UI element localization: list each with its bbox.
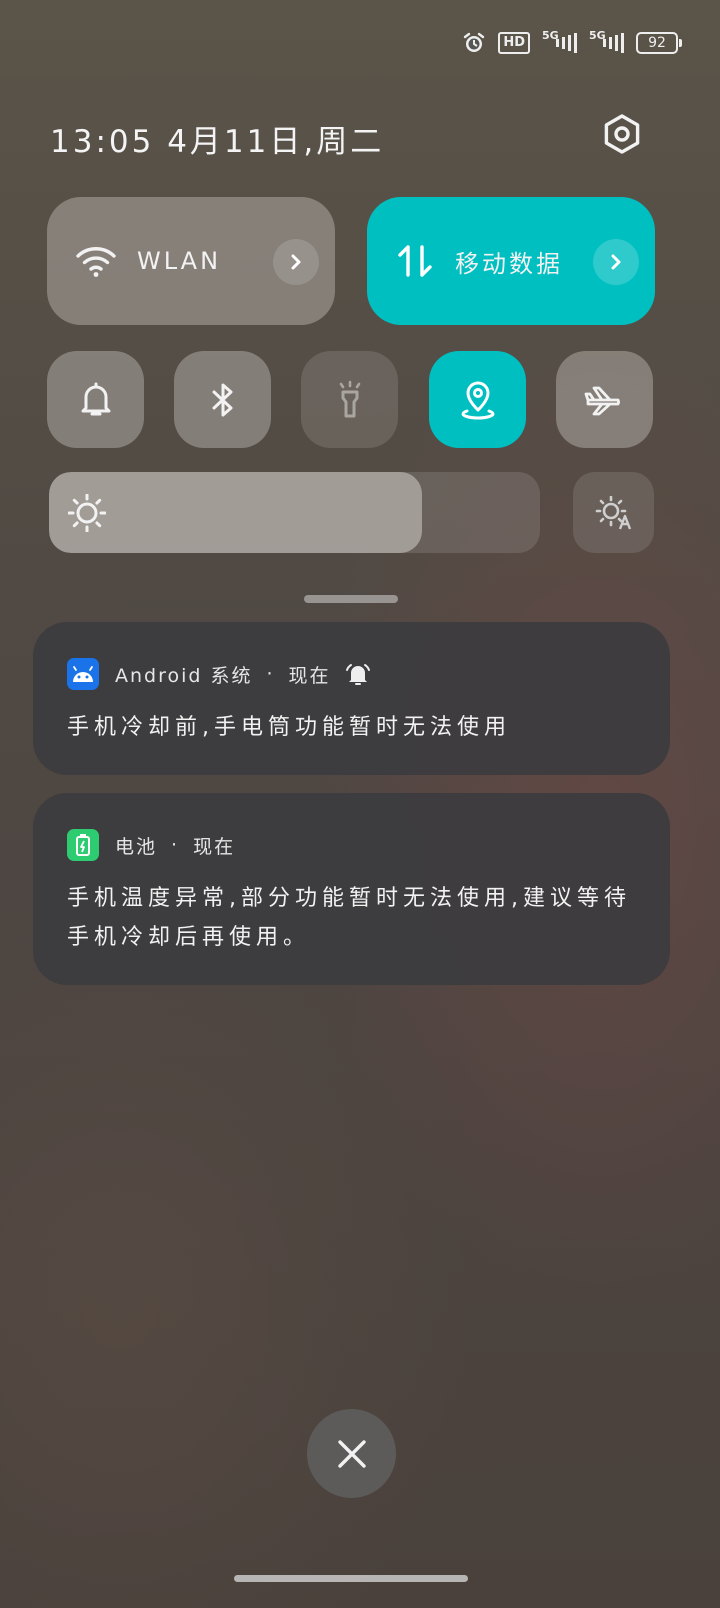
settings-hexagon-icon [604,114,640,154]
settings-button[interactable] [600,112,644,156]
mobile-data-expand-button[interactable] [593,239,639,285]
wlan-expand-button[interactable] [273,239,319,285]
location-toggle[interactable] [429,351,526,448]
battery-level: 92 [636,32,678,54]
chevron-right-icon [611,254,621,270]
separator-dot: · [171,834,180,856]
android-icon [67,658,99,690]
status-bar: HD 5G 5G 92 [462,28,682,58]
chevron-right-icon [291,254,301,270]
signal-5g-icon: 5G [542,29,577,54]
ring-mode-toggle[interactable] [47,351,144,448]
battery-charge-icon [67,829,99,861]
notification-text: 手机冷却前,手电筒功能暂时无法使用 [67,715,511,740]
date-time: 13:05 4月11日,周二 [50,124,385,160]
close-icon [337,1439,366,1468]
alarm-icon [462,31,486,55]
notification-header: Android 系统 · 现在 [67,656,636,692]
signal-5g-data-icon: 5G [589,29,624,54]
notification-app-name: 电池 [115,835,158,858]
network-type-label: 5G [542,29,559,42]
battery-icon: 92 [636,32,682,54]
flashlight-toggle[interactable] [301,351,398,448]
drag-handle[interactable] [304,595,398,603]
notification-card[interactable]: 电池 · 现在 手机温度异常,部分功能暂时无法使用,建议等待手机冷却后再使用。 [33,793,670,985]
airplane-icon [584,386,620,415]
wlan-toggle[interactable]: WLAN [47,197,335,325]
auto-brightness-toggle[interactable] [573,472,654,553]
hd-icon: HD [498,32,530,54]
brightness-slider[interactable] [49,472,540,553]
bluetooth-icon [212,383,232,416]
notification-card[interactable]: Android 系统 · 现在 手机冷却前,手电筒功能暂时无法使用 [33,622,670,775]
wifi-icon [76,247,116,277]
clear-all-button[interactable] [307,1409,396,1498]
home-indicator[interactable] [234,1575,468,1582]
bluetooth-toggle[interactable] [174,351,271,448]
notification-text: 手机温度异常,部分功能暂时无法使用,建议等待手机冷却后再使用。 [67,886,631,950]
auto-brightness-icon [595,495,631,529]
notification-header: 电池 · 现在 [67,827,636,863]
flashlight-icon [339,380,360,417]
bell-icon [81,382,110,415]
separator-dot: · [266,663,275,685]
mobile-data-toggle[interactable]: 移动数据 [367,197,655,325]
network-type-label-2: 5G [589,29,606,42]
notification-time: 现在 [288,664,331,687]
data-arrows-icon [398,245,432,277]
wlan-label: WLAN [137,247,222,275]
notification-app-name: Android 系统 [115,664,253,687]
alarm-bell-icon [345,662,371,686]
brightness-sun-icon [67,493,107,536]
mobile-data-label: 移动数据 [455,249,563,278]
location-icon [460,381,495,420]
notification-time: 现在 [193,835,236,858]
airplane-mode-toggle[interactable] [556,351,653,448]
